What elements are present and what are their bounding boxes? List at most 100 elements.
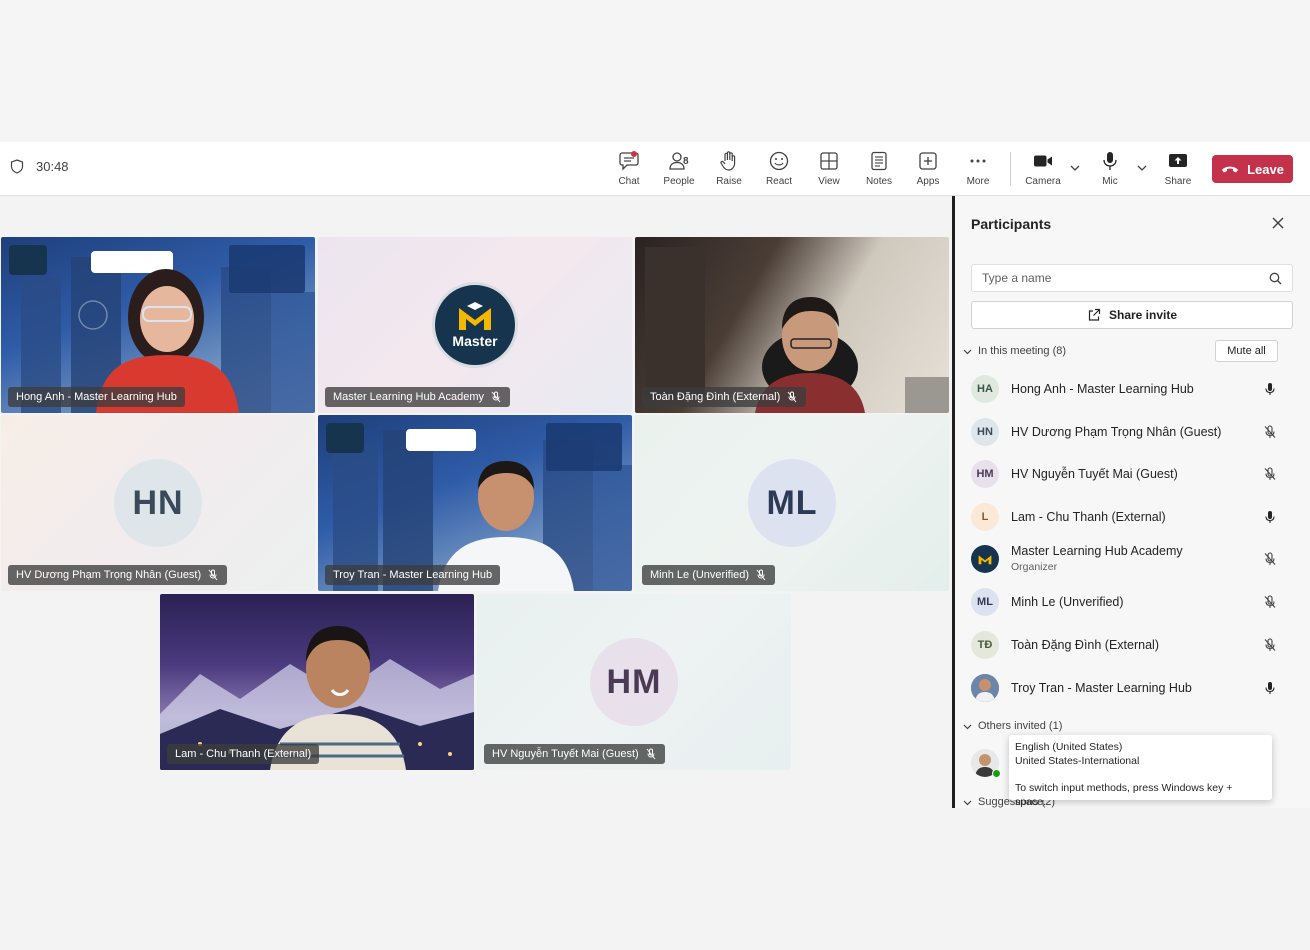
- share-label: Share: [1164, 176, 1192, 187]
- mic-button[interactable]: Mic: [1088, 150, 1132, 194]
- share-icon: [1088, 308, 1101, 321]
- raise-label: Raise: [716, 176, 742, 187]
- others-invited-section-header[interactable]: Others invited (1): [963, 720, 1062, 732]
- participant-name: Master Learning Hub Academy: [333, 391, 485, 403]
- camera-label: Camera: [1025, 176, 1061, 187]
- participant-name-tag: Minh Le (Unverified): [642, 565, 776, 585]
- participant-row[interactable]: ML Minh Le (Unverified): [971, 582, 1293, 622]
- chevron-down-icon: [963, 724, 972, 729]
- notes-label: Notes: [865, 176, 893, 187]
- chevron-down-icon: [963, 800, 972, 805]
- share-invite-label: Share invite: [1108, 308, 1178, 322]
- master-m-logo-icon: [978, 555, 992, 565]
- share-button[interactable]: Share: [1156, 150, 1200, 194]
- hang-up-icon: [1222, 166, 1239, 173]
- meeting-timer: 30:48: [10, 159, 69, 174]
- chat-button[interactable]: Chat: [607, 150, 651, 194]
- mic-options-chevron-icon[interactable]: [1136, 162, 1148, 174]
- mic-label: Mic: [1102, 176, 1118, 187]
- participant-name-tag: Toàn Đặng Đình (External): [642, 387, 807, 407]
- apps-label: Apps: [916, 176, 940, 187]
- in-meeting-section-header[interactable]: In this meeting (8): [963, 345, 1066, 357]
- view-button[interactable]: View: [807, 150, 851, 194]
- mic-on-icon: [1265, 511, 1275, 523]
- shield-icon: [10, 159, 24, 174]
- participant-avatar: HN: [114, 459, 202, 547]
- mute-all-button[interactable]: Mute all: [1215, 340, 1278, 362]
- participant-photo-avatar: [971, 674, 999, 702]
- video-tile-toan-dang-dinh[interactable]: Toàn Đặng Đình (External): [635, 237, 949, 413]
- others-invited-label: Others invited (1): [978, 720, 1063, 732]
- camera-options-chevron-icon[interactable]: [1069, 162, 1081, 174]
- participant-avatar: HM: [971, 460, 999, 488]
- participant-name: Minh Le (Unverified): [1011, 595, 1124, 609]
- participant-name: Troy Tran - Master Learning Hub: [333, 569, 493, 581]
- more-button[interactable]: More: [956, 150, 1000, 194]
- video-tile-minh-le[interactable]: ML Minh Le (Unverified): [635, 415, 949, 591]
- participant-row[interactable]: Master Learning Hub Academy Organizer: [971, 539, 1293, 579]
- participant-row[interactable]: HM HV Nguyễn Tuyết Mai (Guest): [971, 454, 1293, 494]
- participant-avatar: L: [971, 503, 999, 531]
- ellipsis-icon: [970, 159, 986, 163]
- search-input[interactable]: [972, 265, 1252, 291]
- view-label: View: [818, 176, 840, 187]
- video-tile-troy-tran[interactable]: Troy Tran - Master Learning Hub: [318, 415, 632, 591]
- mic-off-icon: [646, 748, 656, 760]
- participant-name: Toàn Đặng Đình (External): [1011, 638, 1159, 652]
- organizer-avatar: [971, 545, 999, 573]
- timer-text: 30:48: [36, 159, 69, 174]
- participant-avatar: ML: [971, 588, 999, 616]
- chat-label: Chat: [618, 176, 640, 187]
- apps-button[interactable]: Apps: [906, 150, 950, 194]
- people-button[interactable]: 8 People: [655, 150, 701, 200]
- people-count: 8: [683, 156, 689, 167]
- participant-name-tag: HV Nguyễn Tuyết Mai (Guest): [484, 744, 665, 764]
- master-logo: Master: [432, 282, 518, 368]
- input-method-tooltip: English (United States) United States-In…: [1009, 735, 1272, 808]
- mic-on-icon: [1265, 682, 1275, 694]
- close-icon[interactable]: [1271, 216, 1285, 230]
- participant-row[interactable]: L Lam - Chu Thanh (External): [971, 497, 1293, 537]
- participant-name: Lam - Chu Thanh (External): [175, 748, 312, 760]
- video-tile-hv-nguyen-tuyet-mai[interactable]: HM HV Nguyễn Tuyết Mai (Guest): [477, 594, 791, 770]
- participant-name: HV Dương Phạm Trọng Nhân (Guest): [1011, 425, 1222, 439]
- smiley-icon: [769, 151, 789, 171]
- video-tile-master-learning-hub-academy[interactable]: Master Master Learning Hub Academy: [318, 237, 632, 413]
- participant-name: Hong Anh - Master Learning Hub: [16, 391, 177, 403]
- leave-button[interactable]: Leave: [1212, 155, 1293, 183]
- video-tile-hong-anh[interactable]: Hong Anh - Master Learning Hub: [1, 237, 315, 413]
- person-photo-icon: [971, 674, 999, 702]
- participant-name: Lam - Chu Thanh (External): [1011, 510, 1166, 524]
- search-icon: [1269, 272, 1282, 285]
- participant-row[interactable]: Troy Tran - Master Learning Hub: [971, 668, 1293, 708]
- participant-name-tag: Master Learning Hub Academy: [325, 387, 511, 407]
- participant-avatar: TĐ: [971, 631, 999, 659]
- react-button[interactable]: React: [757, 150, 801, 194]
- mic-off-icon: [756, 569, 766, 581]
- participant-row[interactable]: HN HV Dương Phạm Trọng Nhân (Guest): [971, 412, 1293, 452]
- participant-avatar: HN: [971, 418, 999, 446]
- mic-off-icon: [787, 391, 797, 403]
- video-tile-lam-chu-thanh[interactable]: Lam - Chu Thanh (External): [160, 594, 474, 770]
- notes-icon: [871, 151, 887, 171]
- participant-name-tag: Hong Anh - Master Learning Hub: [8, 387, 185, 407]
- video-tile-hv-duong-pham-trong-nhan[interactable]: HN HV Dương Phạm Trọng Nhân (Guest): [1, 415, 315, 591]
- leave-label: Leave: [1247, 161, 1284, 177]
- raise-hand-button[interactable]: Raise: [707, 150, 751, 194]
- camera-button[interactable]: Camera: [1021, 150, 1065, 194]
- participant-name: Troy Tran - Master Learning Hub: [1011, 681, 1192, 695]
- mic-off-icon: [1264, 425, 1276, 438]
- mic-off-icon: [491, 391, 501, 403]
- chevron-down-icon: [963, 349, 972, 354]
- mic-off-icon: [208, 569, 218, 581]
- participant-avatar: HM: [590, 638, 678, 726]
- hand-icon: [720, 151, 736, 171]
- react-label: React: [765, 176, 793, 187]
- mic-off-icon: [1264, 638, 1276, 651]
- participant-row[interactable]: TĐ Toàn Đặng Đình (External): [971, 625, 1293, 665]
- participant-name-tag: Troy Tran - Master Learning Hub: [325, 565, 501, 585]
- notes-button[interactable]: Notes: [857, 150, 901, 194]
- share-invite-button[interactable]: Share invite: [971, 301, 1293, 329]
- participant-row[interactable]: HA Hong Anh - Master Learning Hub: [971, 369, 1293, 409]
- tooltip-hint: To switch input methods, press Windows k…: [1015, 782, 1233, 808]
